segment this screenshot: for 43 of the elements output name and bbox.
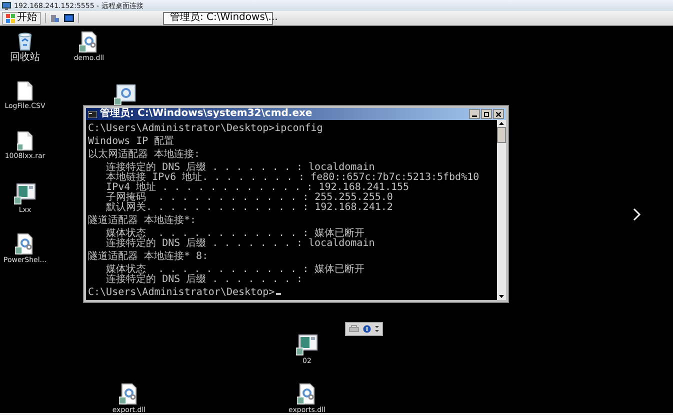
window-thumbnail-icon[interactable] [296,334,318,356]
scrollbar-thumb[interactable] [497,127,506,143]
console-line: 连接特定的 DNS 后缀 . . . . . . . : [105,275,304,285]
gear-file-icon[interactable] [119,383,139,405]
console-line: 连接特定的 DNS 后缀 . . . . . . . : localdomain [105,163,375,173]
console-line: 以太网适配器 本地连接: [88,150,202,160]
console-line: 连接特定的 DNS 后缀 . . . . . . . : localdomain [105,239,376,249]
close-button[interactable] [493,109,504,119]
blank-file-icon[interactable] [17,81,33,101]
start-button[interactable]: 开始 [2,12,41,24]
more-icon[interactable] [375,325,379,333]
maximize-icon [484,112,489,116]
chevron-right-icon[interactable] [633,208,641,221]
console-line: 默认网关. . . . . . . . . . . . . : 192.168.241.2 [105,203,394,213]
console-icon [88,110,97,118]
gear-window-icon[interactable] [114,84,136,106]
recycle-bin-icon[interactable] [16,31,34,51]
console-line: 子网掩码 . . . . . . . . . . . . : 255.255.255.0 [105,193,394,203]
console-line: 媒体状态 . . . . . . . . . . . . : 媒体已断开 [105,265,366,275]
gear-file-icon[interactable] [15,233,35,255]
close-icon [496,112,501,116]
console-line: 隧道适配器 本地连接* 8: [88,252,210,262]
console-line: C:\Users\Administrator\Desktop> [88,288,495,298]
window-title: 管理员: C:\Windows\system32\cmd.exe [100,109,312,119]
monitor-icon [2,2,11,10]
console-line: 本地链接 IPv6 地址. . . . . . . . : fe80::657c:7b7c:5213:5fbd%10 [105,173,480,183]
console-line: C:\Users\Administrator\Desktop>ipconfig [88,124,324,134]
minimize-button[interactable] [469,109,480,119]
console-line: 隧道适配器 本地连接*: [88,216,198,226]
console-line: IPv4 地址 . . . . . . . . . . . . : 192.168.241.155 [105,183,410,193]
vertical-scrollbar[interactable] [497,120,506,300]
scroll-down-icon[interactable] [498,293,505,300]
console-line: Windows IP 配置 [88,137,176,147]
window-thumbnail-icon[interactable] [14,183,36,205]
text-cursor [276,293,281,295]
maximize-button[interactable] [481,109,492,119]
console-icon[interactable] [64,13,74,23]
windows-logo-icon [6,14,15,22]
blank-file-icon[interactable] [17,131,33,151]
desktop-icon-label[interactable]: 回收站 [10,52,40,64]
gear-file-icon[interactable] [79,31,99,53]
gear-file-icon[interactable] [297,383,317,405]
console-line: 媒体状态 . . . . . . . . . . . . : 媒体已断开 [105,229,365,239]
